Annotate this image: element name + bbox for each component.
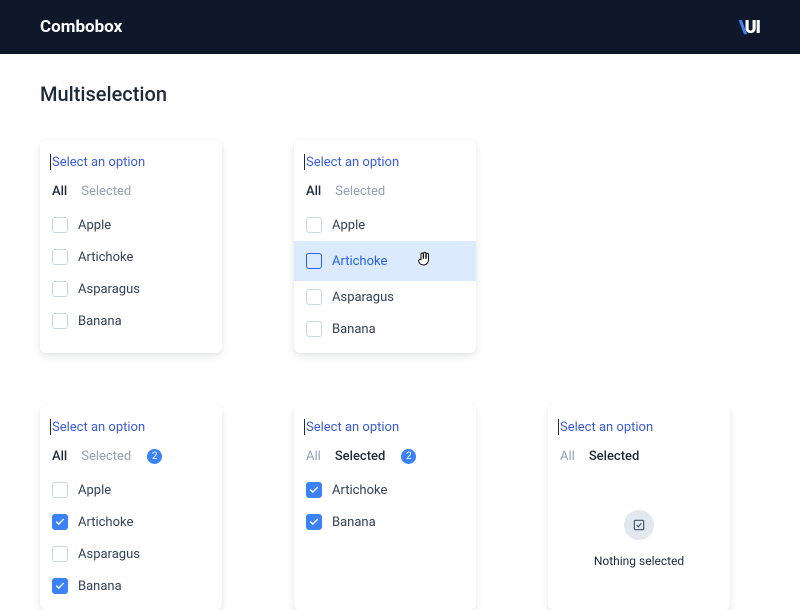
selected-count-badge: 2	[147, 449, 162, 464]
option-label: Apple	[78, 483, 111, 498]
option-item[interactable]: Asparagus	[40, 538, 222, 570]
combobox-input[interactable]: Select an option	[294, 405, 476, 445]
option-item[interactable]: Apple	[40, 209, 222, 241]
combobox-input[interactable]: Select an option	[40, 140, 222, 180]
logo-text: UI	[745, 17, 760, 38]
empty-state: Nothing selected	[548, 474, 730, 584]
options-list: Apple Artichoke Asparagus Banana	[294, 209, 476, 353]
option-label: Artichoke	[332, 254, 387, 269]
checkbox-empty-icon	[624, 510, 654, 540]
option-item[interactable]: Banana	[294, 506, 476, 538]
tab-all[interactable]: All	[306, 449, 321, 464]
combobox-panel: Select an option All Selected Apple Artichok…	[294, 140, 476, 353]
combobox-panel: Select an option All Selected Nothing selec…	[548, 405, 730, 610]
option-item[interactable]: Banana	[40, 570, 222, 602]
checkbox-icon	[306, 217, 322, 233]
option-item[interactable]: Artichoke	[294, 241, 476, 281]
option-item[interactable]: Artichoke	[40, 241, 222, 273]
checkbox-icon	[306, 482, 322, 498]
logo: \ UI	[739, 17, 760, 38]
text-cursor-icon	[50, 154, 51, 170]
checkbox-icon	[52, 482, 68, 498]
tab-all[interactable]: All	[560, 449, 575, 464]
option-item[interactable]: Apple	[40, 474, 222, 506]
combobox-placeholder: Select an option	[306, 155, 399, 170]
combobox-placeholder: Select an option	[52, 155, 145, 170]
option-label: Asparagus	[78, 282, 140, 297]
option-label: Apple	[78, 218, 111, 233]
tab-selected[interactable]: Selected	[335, 184, 385, 199]
checkbox-icon	[52, 514, 68, 530]
pointer-cursor-icon	[415, 249, 433, 273]
app-header: Combobox \ UI	[0, 0, 800, 54]
text-cursor-icon	[558, 419, 559, 435]
text-cursor-icon	[50, 419, 51, 435]
checkbox-icon	[52, 217, 68, 233]
text-cursor-icon	[304, 154, 305, 170]
option-item[interactable]: Asparagus	[294, 281, 476, 313]
option-label: Asparagus	[78, 547, 140, 562]
option-label: Banana	[332, 322, 376, 337]
option-label: Artichoke	[78, 515, 133, 530]
filter-tabs: All Selected	[548, 445, 730, 474]
combobox-input[interactable]: Select an option	[294, 140, 476, 180]
option-label: Apple	[332, 218, 365, 233]
tab-all[interactable]: All	[52, 449, 67, 464]
checkbox-icon	[52, 313, 68, 329]
option-label: Artichoke	[78, 250, 133, 265]
combobox-panel: Select an option All Selected 2 Artichoke Ban…	[294, 405, 476, 610]
options-list: Apple Artichoke Asparagus Banana	[40, 209, 222, 345]
checkbox-icon	[52, 249, 68, 265]
option-item[interactable]: Artichoke	[294, 474, 476, 506]
empty-text: Nothing selected	[594, 554, 684, 568]
option-item[interactable]: Asparagus	[40, 273, 222, 305]
filter-tabs: All Selected	[40, 180, 222, 209]
options-list: Artichoke Banana	[294, 474, 476, 546]
grid-spacer	[548, 140, 730, 353]
combobox-panel: Select an option All Selected Apple Artichok…	[40, 140, 222, 353]
checkbox-icon	[306, 253, 322, 269]
tab-selected[interactable]: Selected	[81, 184, 131, 199]
option-label: Banana	[78, 314, 122, 329]
combobox-placeholder: Select an option	[560, 420, 653, 435]
panels-grid: Select an option All Selected Apple Artichok…	[40, 140, 760, 610]
option-label: Asparagus	[332, 290, 394, 305]
combobox-panel: Select an option All Selected 2 Apple Articho…	[40, 405, 222, 610]
combobox-input[interactable]: Select an option	[548, 405, 730, 445]
header-title: Combobox	[40, 17, 122, 37]
checkbox-icon	[52, 281, 68, 297]
combobox-placeholder: Select an option	[306, 420, 399, 435]
checkbox-icon	[52, 546, 68, 562]
tab-selected[interactable]: Selected	[81, 449, 131, 464]
content: Multiselection Select an optionAllSelect…	[0, 54, 800, 610]
checkbox-icon	[306, 514, 322, 530]
section-title: Multiselection	[40, 82, 760, 106]
tab-all[interactable]: All	[52, 184, 67, 199]
tab-selected[interactable]: Selected	[335, 449, 386, 464]
checkbox-icon	[306, 289, 322, 305]
filter-tabs: All Selected 2	[294, 445, 476, 474]
option-label: Artichoke	[332, 483, 387, 498]
text-cursor-icon	[304, 419, 305, 435]
filter-tabs: All Selected 2	[40, 445, 222, 474]
option-label: Banana	[78, 579, 122, 594]
option-item[interactable]: Banana	[40, 305, 222, 337]
filter-tabs: All Selected	[294, 180, 476, 209]
tab-selected[interactable]: Selected	[589, 449, 640, 464]
options-list: Apple Artichoke Asparagus Banana	[40, 474, 222, 610]
selected-count-badge: 2	[401, 449, 416, 464]
checkbox-icon	[306, 321, 322, 337]
option-item[interactable]: Artichoke	[40, 506, 222, 538]
checkbox-icon	[52, 578, 68, 594]
combobox-placeholder: Select an option	[52, 420, 145, 435]
tab-all[interactable]: All	[306, 184, 321, 199]
option-item[interactable]: Apple	[294, 209, 476, 241]
combobox-input[interactable]: Select an option	[40, 405, 222, 445]
option-item[interactable]: Banana	[294, 313, 476, 345]
option-label: Banana	[332, 515, 376, 530]
